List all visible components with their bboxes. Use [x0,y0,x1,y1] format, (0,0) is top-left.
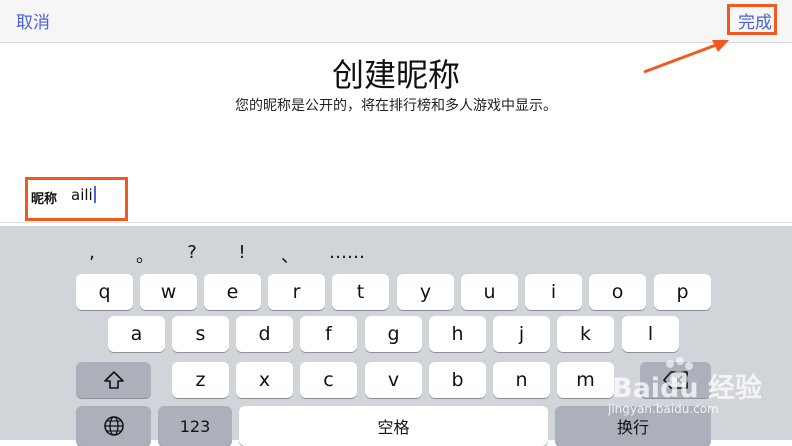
shift-arrow-icon [103,371,124,389]
key-g[interactable]: g [365,316,422,352]
shift-key[interactable] [76,362,151,398]
key-x[interactable]: x [236,362,293,398]
key-f[interactable]: f [300,316,357,352]
key-r[interactable]: r [268,274,325,310]
key-z[interactable]: z [172,362,229,398]
space-key[interactable]: 空格 [239,406,548,446]
key-m[interactable]: m [557,362,614,398]
backspace-icon [662,371,688,389]
punct-key-dunhao[interactable]: 、 [272,242,308,268]
key-b[interactable]: b [429,362,486,398]
globe-key[interactable] [76,406,151,446]
key-v[interactable]: v [365,362,422,398]
numbers-key[interactable]: 123 [158,406,232,446]
key-a[interactable]: a [108,316,165,352]
punct-key-period[interactable]: 。 [127,242,163,268]
key-d[interactable]: d [236,316,293,352]
key-e[interactable]: e [204,274,261,310]
punct-key-comma[interactable]: , [74,242,110,263]
key-u[interactable]: u [461,274,518,310]
punct-key-exclaim[interactable]: ! [224,242,260,263]
cancel-button[interactable]: 取消 [16,8,50,33]
delete-key[interactable] [640,362,711,398]
key-i[interactable]: i [525,274,582,310]
globe-icon [103,416,124,436]
punct-key-question[interactable]: ? [174,242,210,263]
key-h[interactable]: h [429,316,486,352]
keyboard: , 。 ? ! 、 …… q w e r t y u i o p a s d f… [0,226,792,446]
key-n[interactable]: n [493,362,550,398]
page-subtitle: 您的昵称是公开的，将在排行榜和多人游戏中显示。 [235,98,557,114]
key-o[interactable]: o [589,274,646,310]
key-j[interactable]: j [493,316,550,352]
field-highlight-box [25,177,128,221]
done-highlight-box [727,4,777,35]
key-w[interactable]: w [140,274,197,310]
return-key[interactable]: 换行 [555,406,711,446]
key-s[interactable]: s [172,316,229,352]
punct-key-ellipsis[interactable]: …… [329,242,365,263]
key-k[interactable]: k [557,316,614,352]
key-c[interactable]: c [300,362,357,398]
key-t[interactable]: t [332,274,389,310]
page-title: 创建昵称 [331,56,460,94]
navigation-bar: 取消 完成 [0,0,792,43]
key-q[interactable]: q [76,274,133,310]
key-l[interactable]: l [622,316,679,352]
key-p[interactable]: p [654,274,711,310]
key-y[interactable]: y [397,274,454,310]
